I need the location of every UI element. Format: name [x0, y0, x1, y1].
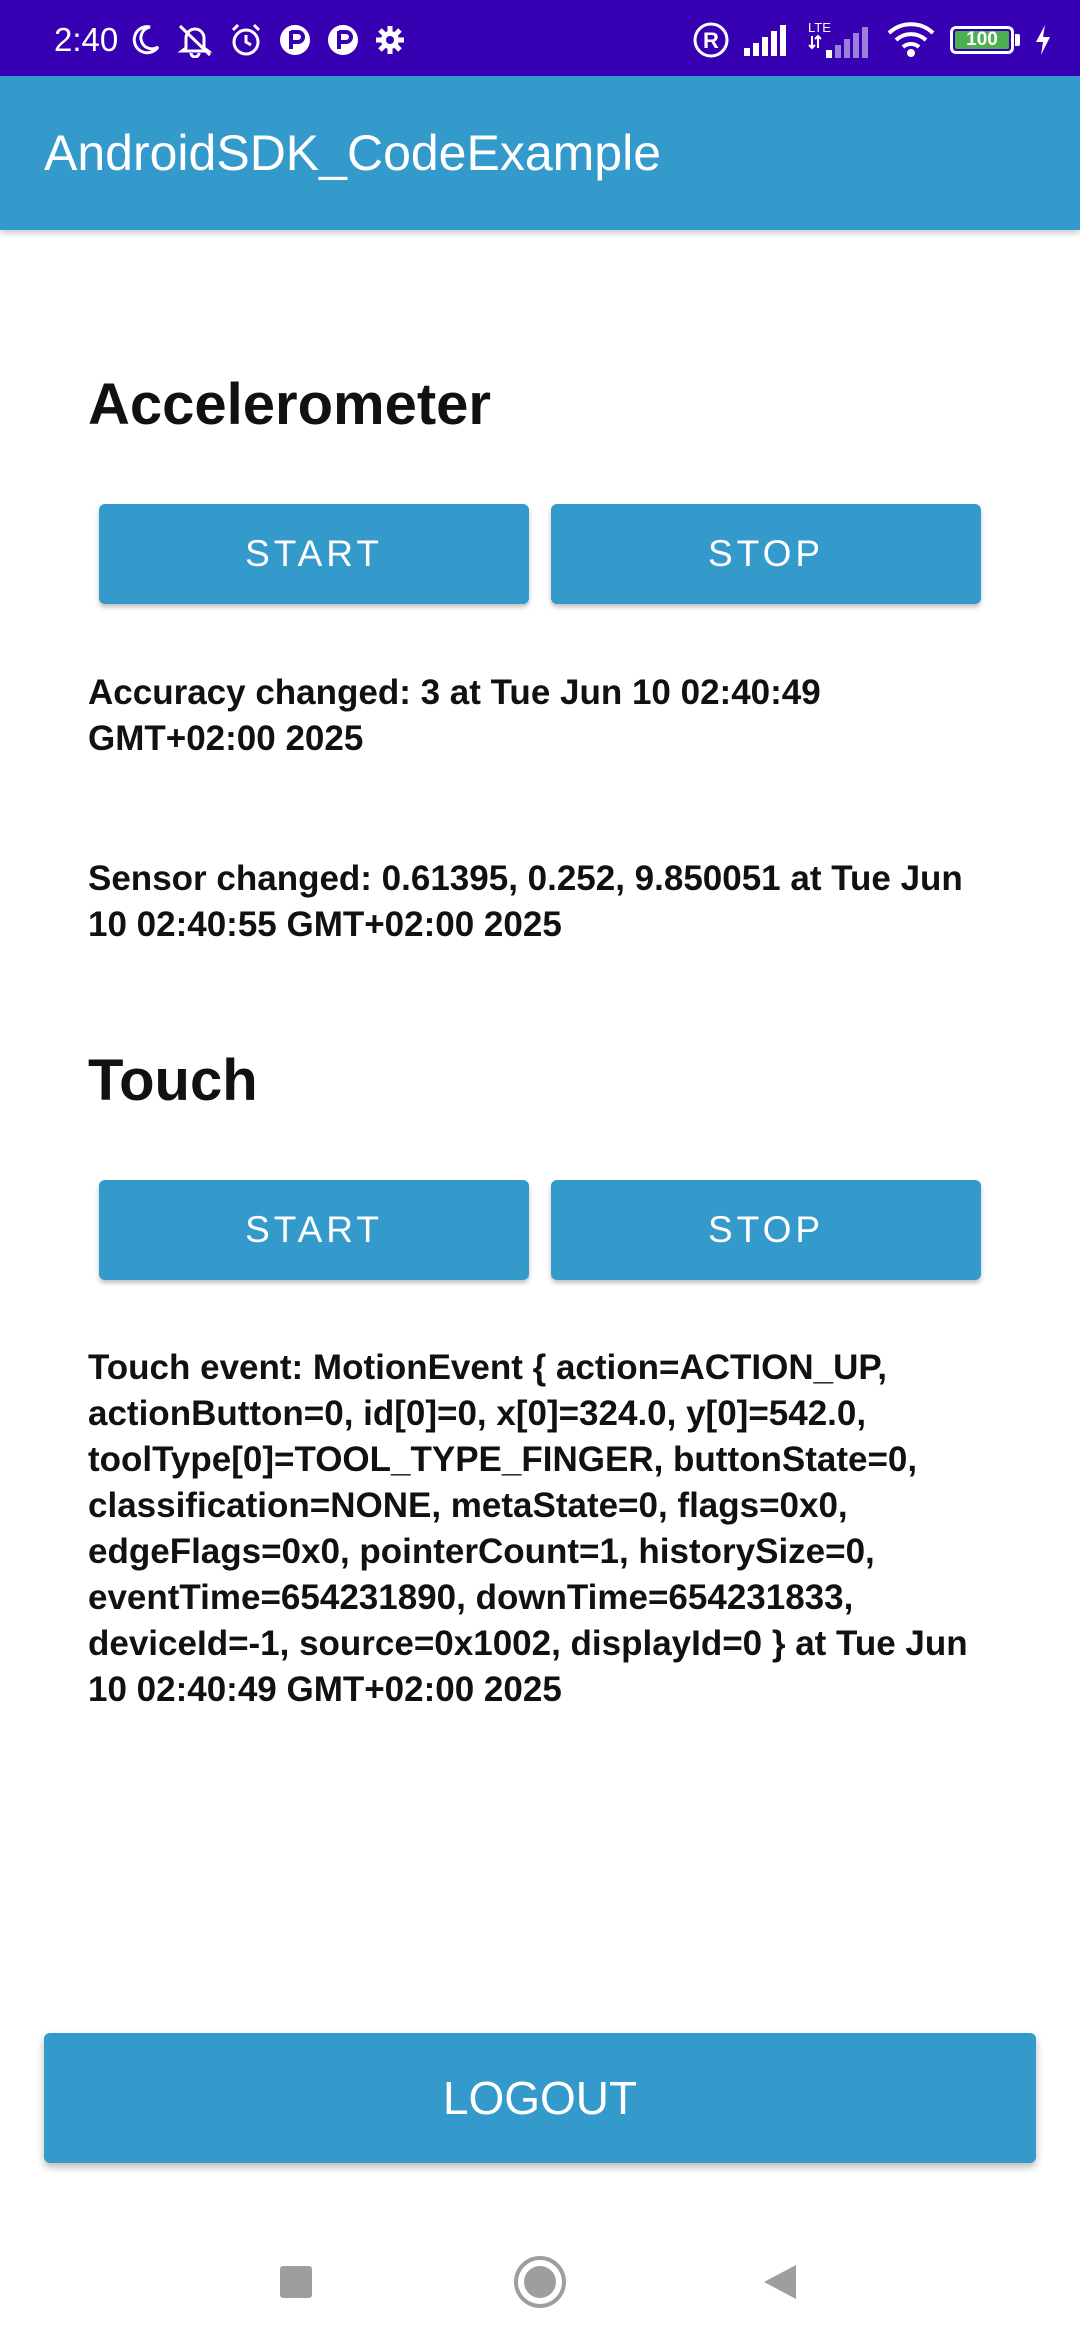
roaming-label: R: [703, 28, 719, 53]
app-title: AndroidSDK_CodeExample: [44, 125, 662, 181]
sensor-changed-text: Sensor changed: 0.61395, 0.252, 9.850051…: [88, 859, 963, 944]
roaming-icon: R: [692, 21, 730, 59]
gear-icon: [374, 24, 406, 56]
accelerometer-title: Accelerometer: [88, 372, 491, 437]
battery-icon: 100: [950, 26, 1020, 54]
accelerometer-start-button[interactable]: START: [99, 504, 529, 604]
signal-icon: [744, 24, 792, 56]
app-notification-icon: [326, 23, 360, 57]
status-bar: 2:40 R LTE 100: [0, 0, 1080, 76]
navigation-bar: [0, 2220, 1080, 2340]
accuracy-changed-text: Accuracy changed: 3 at Tue Jun 10 02:40:…: [88, 673, 821, 758]
app-screen: 2:40 R LTE 100 AndroidSDK_CodeExample Ac…: [0, 0, 1080, 2340]
lte-signal-icon: LTE: [806, 20, 872, 60]
app-bar: AndroidSDK_CodeExample: [0, 76, 1080, 230]
touch-start-button[interactable]: START: [99, 1180, 529, 1280]
recents-square-icon[interactable]: [264, 2250, 328, 2314]
logout-button[interactable]: LOGOUT: [44, 2033, 1036, 2163]
status-right-icons: R LTE 100: [692, 20, 1052, 60]
accelerometer-stop-button[interactable]: STOP: [551, 504, 981, 604]
alarm-icon: [228, 22, 264, 58]
bell-off-icon: [176, 22, 214, 58]
battery-level: 100: [966, 29, 998, 50]
touch-stop-button[interactable]: STOP: [551, 1180, 981, 1280]
app-notification-icon: [278, 23, 312, 57]
wifi-icon: [886, 21, 936, 59]
moon-icon: [128, 23, 162, 57]
lte-label: LTE: [808, 20, 831, 35]
back-triangle-icon[interactable]: [748, 2250, 812, 2314]
touch-event-text: Touch event: MotionEvent { action=ACTION…: [88, 1348, 968, 1709]
status-left-icons: [128, 20, 406, 60]
home-circle-icon[interactable]: [508, 2250, 572, 2314]
touch-title: Touch: [88, 1048, 258, 1113]
charging-icon: [1034, 24, 1052, 56]
status-time: 2:40: [54, 21, 119, 58]
